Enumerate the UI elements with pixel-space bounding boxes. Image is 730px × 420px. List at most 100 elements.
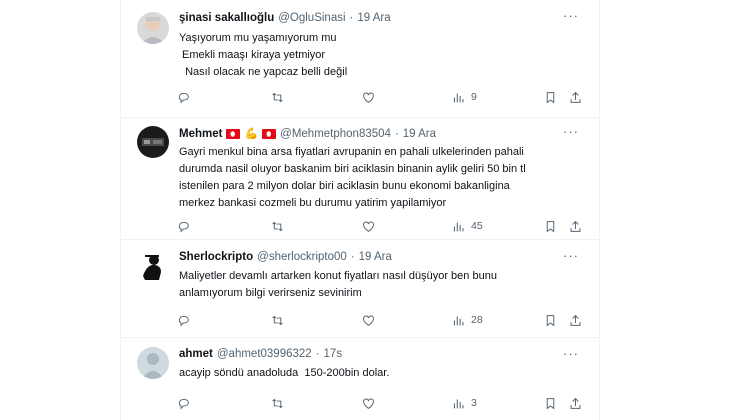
tweet[interactable]: şinasi sakallıoğlu @OgluSinasi · 19 Ara … bbox=[121, 0, 601, 118]
views-icon bbox=[453, 221, 464, 231]
turkey-flag-icon bbox=[226, 128, 241, 139]
author-handle[interactable]: @sherlockripto00 bbox=[257, 251, 347, 263]
timestamp[interactable]: 19 Ara bbox=[403, 128, 436, 140]
tweet-line: durumda nasil oluyor baskanim biri acikl… bbox=[179, 163, 526, 175]
separator: · bbox=[315, 348, 320, 360]
tweet-line: istenilen para 2 milyon dolar biri acikl… bbox=[179, 180, 510, 192]
tweet-line: merkez bankasi cozmeli bu durumu yatirim… bbox=[179, 197, 447, 209]
retweet-button[interactable] bbox=[271, 395, 284, 411]
views-button[interactable]: 3 bbox=[452, 395, 477, 411]
tweet-feed: şinasi sakallıoğlu @OgluSinasi · 19 Ara … bbox=[120, 0, 601, 420]
reply-icon bbox=[178, 315, 189, 327]
tweet-line: Gayri menkul bina arsa fiyatlari avrupan… bbox=[179, 146, 524, 158]
tweet-text: acayip söndü anadoluda 150-200bin dolar. bbox=[179, 365, 585, 382]
bookmark-icon bbox=[546, 220, 555, 232]
author-name[interactable]: Mehmet bbox=[179, 128, 222, 140]
views-button[interactable]: 45 bbox=[452, 218, 483, 234]
views-icon bbox=[453, 315, 464, 325]
reply-button[interactable] bbox=[177, 312, 190, 328]
turkey-flag-icon bbox=[262, 128, 277, 139]
author-name[interactable]: ahmet bbox=[179, 348, 213, 360]
reply-icon bbox=[178, 398, 189, 410]
share-button[interactable] bbox=[569, 218, 582, 234]
flexed-biceps-icon: 💪 bbox=[244, 128, 259, 140]
tweet-line: Yaşıyorum mu yaşamıyorum mu bbox=[179, 32, 337, 44]
more-icon[interactable]: ··· bbox=[563, 124, 579, 139]
author-name[interactable]: Sherlockripto bbox=[179, 251, 253, 263]
retweet-icon bbox=[272, 221, 283, 231]
timestamp[interactable]: 19 Ara bbox=[357, 12, 390, 24]
like-icon bbox=[363, 315, 374, 326]
share-icon bbox=[570, 91, 581, 103]
reply-button[interactable] bbox=[177, 395, 190, 411]
reply-icon bbox=[178, 92, 189, 104]
author-handle[interactable]: @Mehmetphon83504 bbox=[280, 128, 391, 140]
author-handle[interactable]: @ahmet03996322 bbox=[217, 348, 312, 360]
bookmark-button[interactable] bbox=[544, 89, 557, 105]
share-icon bbox=[570, 220, 581, 232]
author-name[interactable]: şinasi sakallıoğlu bbox=[179, 12, 274, 24]
author-handle[interactable]: @OgluSinasi bbox=[278, 12, 345, 24]
like-button[interactable] bbox=[362, 395, 375, 411]
like-button[interactable] bbox=[362, 218, 375, 234]
tweet[interactable]: ahmet @ahmet03996322 · 17s ··· acayip sö… bbox=[121, 338, 601, 420]
retweet-button[interactable] bbox=[271, 312, 284, 328]
separator: · bbox=[350, 251, 355, 263]
share-button[interactable] bbox=[569, 395, 582, 411]
views-button[interactable]: 28 bbox=[452, 312, 483, 328]
share-icon bbox=[570, 314, 581, 326]
like-icon bbox=[363, 92, 374, 103]
tweet-header: ahmet @ahmet03996322 · 17s bbox=[179, 348, 585, 360]
tweet[interactable]: Mehmet 💪 @Mehmetphon83504 · 19 Ara ··· G… bbox=[121, 118, 601, 240]
reply-button[interactable] bbox=[177, 89, 190, 105]
views-count: 28 bbox=[471, 314, 483, 326]
retweet-button[interactable] bbox=[271, 218, 284, 234]
bookmark-icon bbox=[546, 397, 555, 409]
avatar[interactable] bbox=[137, 12, 169, 44]
views-count: 9 bbox=[471, 91, 477, 103]
tweet-line: Nasıl olacak ne yapcaz belli değil bbox=[179, 66, 348, 78]
like-icon bbox=[363, 221, 374, 232]
views-count: 45 bbox=[471, 220, 483, 232]
more-icon[interactable]: ··· bbox=[563, 8, 579, 23]
more-icon[interactable]: ··· bbox=[563, 346, 579, 361]
retweet-button[interactable] bbox=[271, 89, 284, 105]
tweet-line: Emekli maaşı kiraya yetmiyor bbox=[179, 49, 326, 61]
retweet-icon bbox=[272, 315, 283, 325]
views-icon bbox=[453, 398, 464, 408]
more-icon[interactable]: ··· bbox=[563, 248, 579, 263]
separator: · bbox=[349, 12, 354, 24]
views-icon bbox=[453, 92, 464, 102]
bookmark-button[interactable] bbox=[544, 218, 557, 234]
like-icon bbox=[363, 398, 374, 409]
tweet-text: Maliyetler devamlı artarken konut fiyatl… bbox=[179, 268, 585, 302]
avatar[interactable] bbox=[137, 250, 169, 282]
like-button[interactable] bbox=[362, 312, 375, 328]
separator: · bbox=[394, 127, 399, 140]
tweet-actions: 45 bbox=[177, 218, 587, 234]
tweet-header: Mehmet 💪 @Mehmetphon83504 · 19 Ara bbox=[179, 127, 585, 141]
avatar[interactable] bbox=[137, 347, 169, 379]
retweet-icon bbox=[272, 398, 283, 408]
reply-button[interactable] bbox=[177, 218, 190, 234]
avatar[interactable] bbox=[137, 126, 169, 158]
tweet[interactable]: Sherlockripto @sherlockripto00 · 19 Ara … bbox=[121, 240, 601, 338]
share-button[interactable] bbox=[569, 312, 582, 328]
timestamp[interactable]: 17s bbox=[324, 348, 343, 360]
share-icon bbox=[570, 397, 581, 409]
timestamp[interactable]: 19 Ara bbox=[359, 251, 392, 263]
bookmark-button[interactable] bbox=[544, 395, 557, 411]
tweet-line: anlamıyorum bilgi verirseniz sevinirim bbox=[179, 287, 362, 299]
like-button[interactable] bbox=[362, 89, 375, 105]
views-count: 3 bbox=[471, 397, 477, 409]
tweet-line: Maliyetler devamlı artarken konut fiyatl… bbox=[179, 270, 497, 282]
reply-icon bbox=[178, 221, 189, 233]
tweet-header: şinasi sakallıoğlu @OgluSinasi · 19 Ara bbox=[179, 12, 585, 24]
tweet-actions: 3 bbox=[177, 395, 587, 411]
share-button[interactable] bbox=[569, 89, 582, 105]
retweet-icon bbox=[272, 92, 283, 102]
bookmark-icon bbox=[546, 91, 555, 103]
tweet-text: Yaşıyorum mu yaşamıyorum mu Emekli maaşı… bbox=[179, 30, 585, 81]
bookmark-button[interactable] bbox=[544, 312, 557, 328]
views-button[interactable]: 9 bbox=[452, 89, 477, 105]
